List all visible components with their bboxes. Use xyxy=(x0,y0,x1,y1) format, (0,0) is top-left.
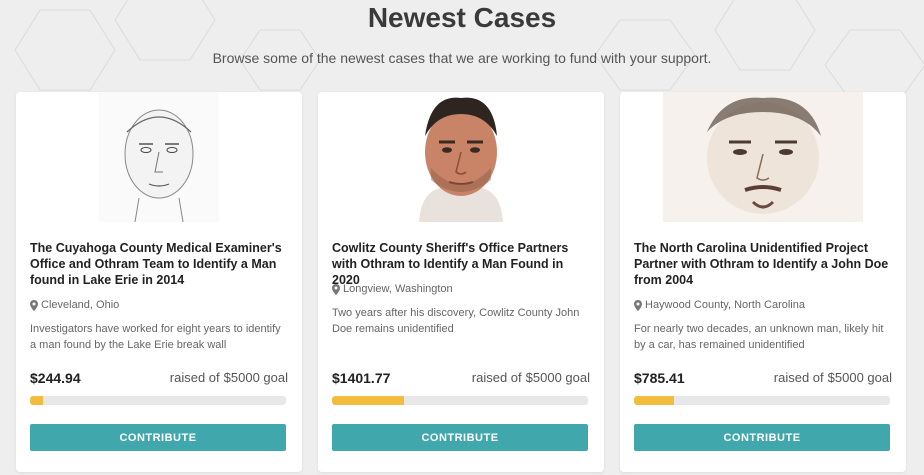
goal-prefix: raised of xyxy=(773,370,824,385)
page-title: Newest Cases xyxy=(367,2,557,33)
progress-fill xyxy=(332,396,404,405)
location-pin-icon xyxy=(332,283,340,295)
case-description: Investigators have worked for eight year… xyxy=(30,323,281,351)
raised-amount: $1401.77 xyxy=(332,370,391,386)
sketch-portrait-icon xyxy=(99,92,219,222)
progress-fill xyxy=(634,396,675,405)
funding-progress-bar xyxy=(30,396,286,405)
page-subtitle: Browse some of the newest cases that we … xyxy=(212,50,712,66)
case-description: For nearly two decades, an unknown man, … xyxy=(634,323,884,351)
case-card: Cowlitz County Sheriff's Office Partners… xyxy=(318,92,604,472)
location-label: Cleveland, Ohio xyxy=(41,299,120,311)
goal-value: $5000 goal xyxy=(525,370,590,385)
raised-amount: $244.94 xyxy=(30,370,81,386)
location-label: Longview, Washington xyxy=(343,283,453,295)
case-location: Longview, Washington xyxy=(332,282,590,296)
location-pin-icon xyxy=(634,299,642,311)
funding-progress-bar xyxy=(634,396,890,405)
goal-value: $5000 goal xyxy=(223,370,288,385)
case-description: Two years after his discovery, Cowlitz C… xyxy=(332,307,580,335)
goal-text: raised of $5000 goal xyxy=(774,370,892,385)
case-title[interactable]: Cowlitz County Sheriff's Office Partners… xyxy=(332,240,590,288)
contribute-button[interactable]: CONTRIBUTE xyxy=(332,424,588,451)
raised-amount: $785.41 xyxy=(634,370,685,386)
location-label: Haywood County, North Carolina xyxy=(645,299,805,311)
case-title[interactable]: The North Carolina Unidentified Project … xyxy=(634,240,892,288)
goal-text: raised of $5000 goal xyxy=(170,370,288,385)
goal-prefix: raised of xyxy=(169,370,220,385)
goal-text: raised of $5000 goal xyxy=(472,370,590,385)
case-card: The Cuyahoga County Medical Examiner's O… xyxy=(16,92,302,472)
contribute-button[interactable]: CONTRIBUTE xyxy=(30,424,286,451)
case-location: Cleveland, Ohio xyxy=(30,298,288,312)
progress-fill xyxy=(30,396,43,405)
sketch-portrait-icon xyxy=(663,92,863,222)
goal-prefix: raised of xyxy=(471,370,522,385)
goal-value: $5000 goal xyxy=(827,370,892,385)
case-card: The North Carolina Unidentified Project … xyxy=(620,92,906,472)
case-location: Haywood County, North Carolina xyxy=(634,298,892,312)
case-title[interactable]: The Cuyahoga County Medical Examiner's O… xyxy=(30,240,288,288)
color-reconstruction-portrait-icon xyxy=(401,92,521,222)
contribute-button[interactable]: CONTRIBUTE xyxy=(634,424,890,451)
funding-progress-bar xyxy=(332,396,588,405)
case-cards-grid: The Cuyahoga County Medical Examiner's O… xyxy=(16,92,914,475)
location-pin-icon xyxy=(30,299,38,311)
